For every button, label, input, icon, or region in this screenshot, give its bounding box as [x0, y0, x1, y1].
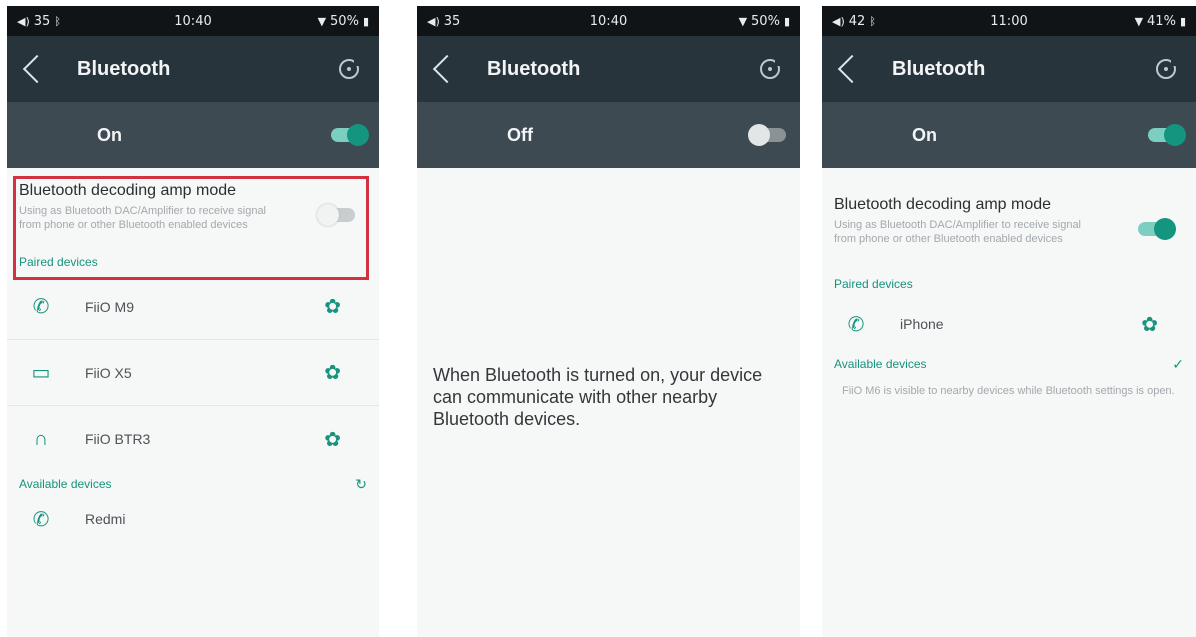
device-name: FiiO BTR3: [85, 431, 151, 447]
volume-level: 35: [443, 13, 461, 29]
highlight-box: [13, 176, 369, 280]
phone-icon: ✆: [32, 296, 50, 318]
refresh-icon[interactable]: [1156, 59, 1178, 79]
bluetooth-master-row[interactable]: Off: [417, 102, 800, 168]
volume-icon: ◀): [17, 14, 30, 28]
screen-amp-mode-on: ◀) 42 ᛒ 11:00 ▼ 41% ▮ Bluetooth On Bluet…: [822, 6, 1196, 637]
bluetooth-off-message: When Bluetooth is turned on, your device…: [433, 365, 763, 429]
refresh-icon[interactable]: [339, 59, 361, 79]
paired-devices-header: Paired devices: [822, 272, 1196, 296]
app-bar: Bluetooth: [417, 36, 800, 102]
clock: 10:40: [174, 13, 212, 29]
battery-level: 50%: [751, 13, 780, 29]
phone-icon: ✆: [32, 508, 50, 531]
bluetooth-state-label: On: [97, 124, 122, 145]
page-title: Bluetooth: [77, 57, 171, 80]
laptop-icon: ▭: [31, 362, 51, 384]
headphones-icon: ∩: [33, 427, 49, 450]
bluetooth-toggle[interactable]: [331, 124, 369, 146]
available-devices-label: Available devices: [834, 357, 927, 371]
volume-icon: ◀): [427, 14, 440, 28]
battery-icon: ▮: [1179, 14, 1186, 28]
device-name: Redmi: [85, 511, 126, 527]
back-icon[interactable]: [431, 51, 457, 87]
refresh-icon[interactable]: [760, 59, 782, 79]
list-item[interactable]: ✆ FiiO M9 ✿: [7, 274, 379, 340]
bluetooth-icon: ᛒ: [869, 14, 876, 28]
bluetooth-state-label: On: [912, 124, 937, 145]
paired-devices-label: Paired devices: [834, 277, 913, 291]
clock: 10:40: [589, 13, 628, 29]
battery-level: 50%: [330, 13, 359, 29]
amp-mode-row[interactable]: Bluetooth decoding amp mode Using as Blu…: [7, 168, 379, 280]
gear-icon[interactable]: ✿: [324, 294, 341, 319]
wifi-icon: ▼: [738, 14, 748, 28]
bluetooth-toggle[interactable]: [748, 124, 786, 146]
bluetooth-master-row[interactable]: On: [7, 102, 379, 168]
status-bar: ◀) 35 ᛒ 10:40 ▼ 50% ▮: [7, 6, 379, 36]
bluetooth-master-row[interactable]: On: [822, 102, 1196, 168]
amp-mode-toggle[interactable]: [317, 204, 355, 226]
spinner-icon: ↻: [355, 475, 367, 492]
bluetooth-icon: ᛒ: [54, 14, 61, 28]
status-bar: ◀) 42 ᛒ 11:00 ▼ 41% ▮: [822, 6, 1196, 36]
battery-icon: ▮: [783, 14, 790, 28]
amp-mode-title: Bluetooth decoding amp mode: [834, 196, 1052, 213]
back-icon[interactable]: [21, 51, 47, 87]
amp-mode-toggle[interactable]: [1138, 218, 1176, 240]
visibility-message: FiiO M6 is visible to nearby devices whi…: [842, 385, 1175, 397]
gear-icon[interactable]: ✿: [324, 360, 341, 385]
paired-list: ✆ FiiO M9 ✿ ▭ FiiO X5 ✿ ∩ FiiO BTR3 ✿: [7, 274, 379, 472]
wifi-icon: ▼: [317, 14, 327, 28]
device-name: iPhone: [900, 316, 944, 332]
available-devices-header: Available devices ↻: [7, 472, 379, 496]
wifi-icon: ▼: [1134, 14, 1144, 28]
back-icon[interactable]: [836, 51, 862, 87]
screen-bluetooth-off: ◀) 35 10:40 ▼ 50% ▮ Bluetooth Off When B…: [417, 6, 800, 637]
status-bar: ◀) 35 10:40 ▼ 50% ▮: [417, 6, 800, 36]
clock: 11:00: [990, 13, 1028, 29]
amp-mode-row[interactable]: Bluetooth decoding amp mode Using as Blu…: [822, 168, 1196, 256]
device-name: FiiO M9: [85, 298, 134, 315]
device-name: FiiO X5: [85, 364, 132, 381]
list-item[interactable]: ∩ FiiO BTR3 ✿: [7, 406, 379, 472]
list-item[interactable]: ✆ iPhone ✿: [822, 296, 1196, 352]
app-bar: Bluetooth: [822, 36, 1196, 102]
page-title: Bluetooth: [487, 57, 581, 80]
bluetooth-toggle[interactable]: [1148, 124, 1186, 146]
phone-icon: ✆: [847, 313, 865, 336]
volume-level: 42: [848, 13, 866, 29]
bluetooth-state-label: Off: [507, 124, 533, 145]
list-item[interactable]: ▭ FiiO X5 ✿: [7, 340, 379, 406]
page-title: Bluetooth: [892, 57, 986, 80]
spinner-icon: ✓: [1172, 355, 1184, 372]
amp-mode-description: Using as Bluetooth DAC/Amplifier to rece…: [834, 219, 1082, 245]
battery-level: 41%: [1147, 13, 1176, 29]
gear-icon[interactable]: ✿: [324, 427, 341, 452]
gear-icon[interactable]: ✿: [1141, 312, 1158, 337]
available-devices-label: Available devices: [19, 477, 112, 491]
app-bar: Bluetooth: [7, 36, 379, 102]
volume-icon: ◀): [832, 14, 845, 28]
volume-level: 35: [33, 13, 51, 29]
list-item[interactable]: ✆ Redmi: [7, 496, 379, 542]
available-devices-header: Available devices ✓: [822, 352, 1196, 376]
battery-icon: ▮: [362, 14, 369, 28]
screen-bluetooth-on: ◀) 35 ᛒ 10:40 ▼ 50% ▮ Bluetooth On Bluet…: [7, 6, 379, 637]
